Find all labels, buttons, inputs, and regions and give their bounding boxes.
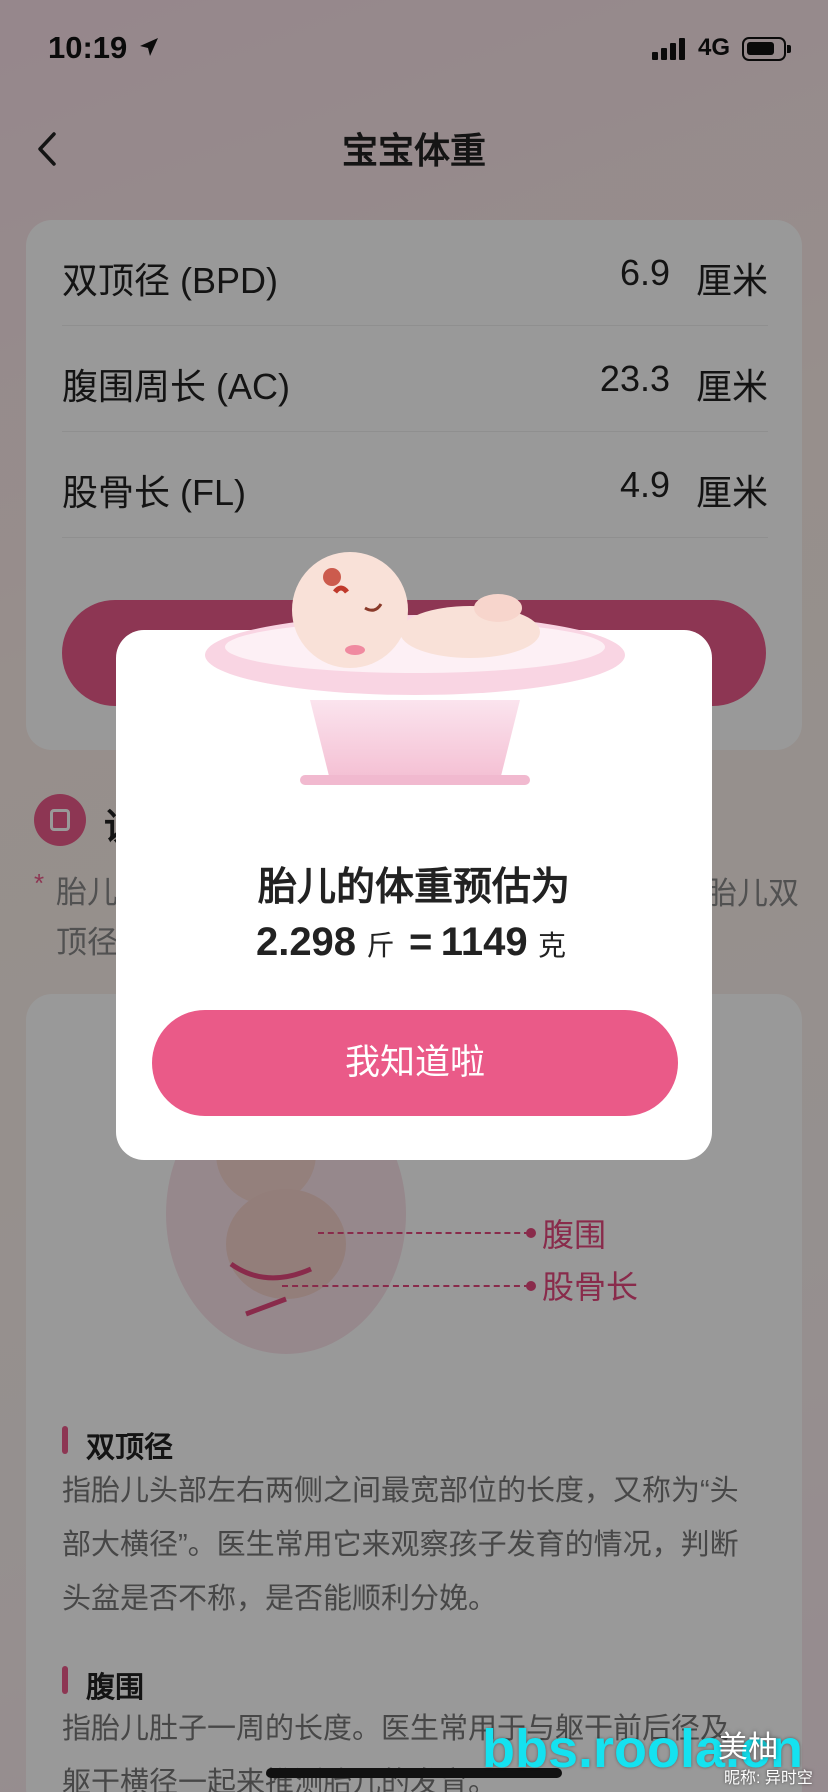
result-equals: = [408,920,433,964]
confirm-button[interactable]: 我知道啦 [152,1010,678,1116]
watermark-subtitle: 昵称: 异时空 [724,1770,813,1787]
result-jin-value: 2.298 [255,920,357,964]
result-jin-unit: 斤 [366,930,395,961]
app-screen: 10:19 4G 宝宝体重 双顶径 (BPD) 6.9 厘米 腹围周长 (AC)… [0,0,828,1792]
result-gram-value: 1149 [440,920,528,964]
baby-scale-illustration [205,552,625,785]
watermark-logo: 美柚 [718,1731,778,1764]
result-title: 胎儿的体重预估为 [257,866,570,909]
result-value: 2.298 斤 = 1149 克 [116,920,712,965]
result-gram-unit: 克 [538,930,567,961]
